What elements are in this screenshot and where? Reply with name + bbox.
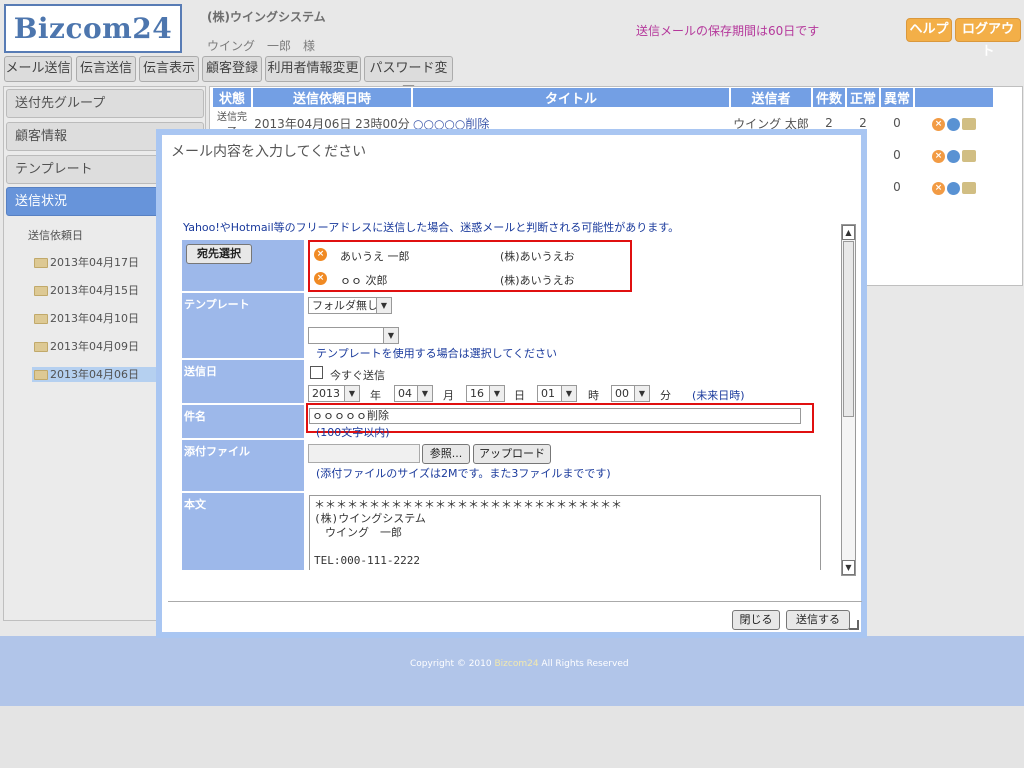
- remove-recipient-icon[interactable]: ×: [314, 248, 327, 261]
- resize-handle-icon[interactable]: [849, 620, 859, 630]
- recipient-row: 宛先選択 × あいうえ 一郎 (株)あいうえお × ｏｏ 次郎 (株)あいうえお: [182, 240, 823, 292]
- dialog-divider: [168, 601, 862, 602]
- template-row: テンプレート フォルダ無し ▼ ▼ テンプレートを使用する場合は選択してください: [182, 293, 823, 360]
- chevron-down-icon: ▼: [383, 328, 398, 343]
- future-date-note: (未来日時): [692, 389, 745, 402]
- dialog-title: メール内容を入力してください: [171, 144, 367, 160]
- scroll-down-icon[interactable]: ▼: [842, 560, 855, 575]
- select-recipient-button[interactable]: 宛先選択: [186, 244, 252, 264]
- hour-select[interactable]: 01 ▼: [537, 385, 577, 402]
- day-select[interactable]: 16 ▼: [466, 385, 505, 402]
- scroll-up-icon[interactable]: ▲: [842, 225, 855, 240]
- close-button[interactable]: 閉じる: [732, 610, 780, 630]
- file-path-input[interactable]: [308, 444, 420, 463]
- upload-button[interactable]: アップロード: [473, 444, 551, 464]
- template-hint: テンプレートを使用する場合は選択してください: [316, 347, 558, 360]
- attachment-row: 添付ファイル 参照... アップロード (添付ファイルのサイズは2Mです。また3…: [182, 440, 823, 492]
- attachment-hint: (添付ファイルのサイズは2Mです。また3ファイルまでです): [316, 467, 611, 480]
- body-row: 本文 ＊＊＊＊＊＊＊＊＊＊＊＊＊＊＊＊＊＊＊＊＊＊＊＊＊＊＊＊ (株)ウイングシ…: [182, 493, 823, 570]
- chevron-down-icon: ▼: [376, 298, 391, 313]
- chevron-down-icon: ▼: [634, 386, 649, 401]
- send-now-label: 今すぐ送信: [330, 369, 385, 382]
- form-scrollbar[interactable]: ▲ ▼: [841, 224, 856, 576]
- free-address-warning: Yahoo!やHotmail等のフリーアドレスに送信した場合、迷惑メールと判断さ…: [183, 221, 680, 234]
- chevron-down-icon: ▼: [561, 386, 576, 401]
- recipient-company: (株)あいうえお: [500, 274, 575, 287]
- recipient-name: あいうえ 一郎: [340, 250, 410, 263]
- subject-input[interactable]: ｏｏｏｏｏ削除: [309, 408, 801, 424]
- mail-compose-dialog: メール内容を入力してください Yahoo!やHotmail等のフリーアドレスに送…: [156, 129, 867, 638]
- recipient-company: (株)あいうえお: [500, 250, 575, 263]
- send-button[interactable]: 送信する: [786, 610, 850, 630]
- compose-form: 宛先選択 × あいうえ 一郎 (株)あいうえお × ｏｏ 次郎 (株)あいうえお…: [182, 240, 828, 570]
- send-now-checkbox[interactable]: [310, 366, 323, 379]
- minute-select[interactable]: 00 ▼: [611, 385, 650, 402]
- chevron-down-icon: ▼: [344, 386, 359, 401]
- chevron-down-icon: ▼: [417, 386, 432, 401]
- template-select[interactable]: ▼: [308, 327, 399, 344]
- browse-button[interactable]: 参照...: [422, 444, 470, 464]
- chevron-down-icon: ▼: [489, 386, 504, 401]
- recipient-name: ｏｏ 次郎: [340, 274, 388, 287]
- body-textarea[interactable]: ＊＊＊＊＊＊＊＊＊＊＊＊＊＊＊＊＊＊＊＊＊＊＊＊＊＊＊＊ (株)ウイングシステム…: [309, 495, 821, 570]
- scroll-thumb[interactable]: [843, 241, 854, 417]
- month-select[interactable]: 04 ▼: [394, 385, 433, 402]
- remove-recipient-icon[interactable]: ×: [314, 272, 327, 285]
- year-select[interactable]: 2013 ▼: [308, 385, 360, 402]
- send-date-row: 送信日 今すぐ送信 2013 ▼ 年 04 ▼ 月 16 ▼ 日 01 ▼ 時 00 ▼ …: [182, 360, 823, 404]
- template-folder-select[interactable]: フォルダ無し ▼: [308, 297, 392, 314]
- subject-hint: (100文字以内): [316, 426, 390, 439]
- subject-row: 件名 ｏｏｏｏｏ削除 (100文字以内): [182, 403, 823, 439]
